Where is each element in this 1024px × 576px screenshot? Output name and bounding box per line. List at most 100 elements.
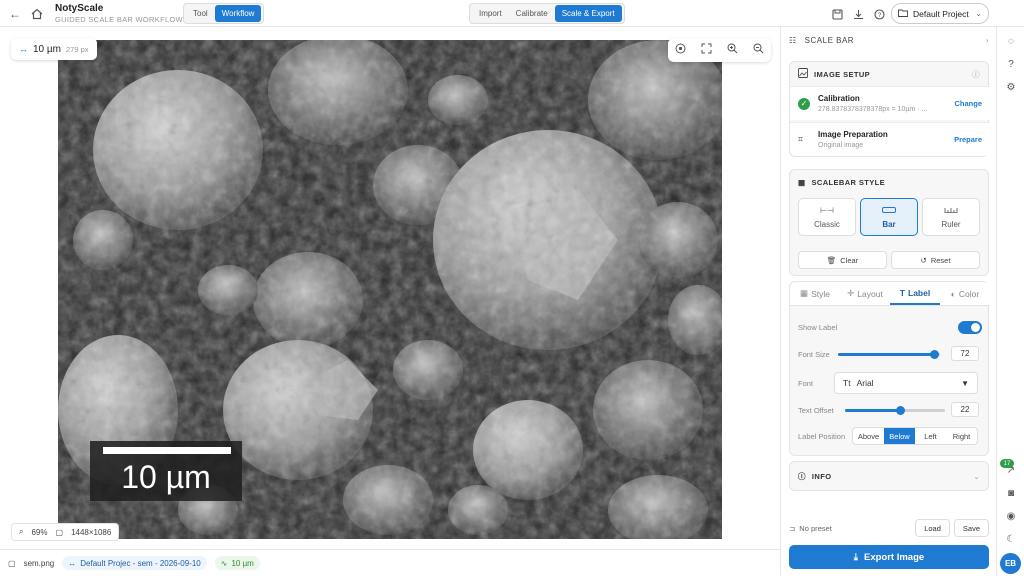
download-icon[interactable] <box>850 6 866 22</box>
gear-icon[interactable]: ⚙ <box>1004 80 1018 94</box>
record-icon[interactable]: ◉ <box>1004 509 1018 523</box>
tab-workflow[interactable]: Workflow <box>214 5 262 22</box>
scale-bar-panel: ☷ SCALE BAR › IMAGE SETUP ⓘ ✓ Calibratio… <box>780 27 996 576</box>
label-position-label: Label Position <box>798 431 846 441</box>
avatar[interactable]: EB <box>1000 553 1021 574</box>
file-name: sem.png <box>23 558 55 568</box>
image-setup-title: IMAGE SETUP <box>814 69 871 79</box>
app-title: NotyScale <box>55 3 104 14</box>
show-label-toggle[interactable] <box>958 320 982 334</box>
project-name: Default Project <box>913 8 969 19</box>
step-calibrate[interactable]: Calibrate <box>509 5 555 22</box>
camera-icon[interactable]: ◙ <box>1004 486 1018 500</box>
help-icon[interactable]: ? <box>1004 57 1018 71</box>
fit-screen-icon[interactable] <box>701 43 712 57</box>
chevron-down-icon: ⌄ <box>975 9 982 18</box>
tab-label[interactable]: T Label <box>890 282 940 305</box>
reset-label: Reset <box>930 255 951 265</box>
export-image-button[interactable]: ⤓ Export Image <box>789 545 989 569</box>
folder-icon <box>898 9 908 19</box>
position-right[interactable]: Right <box>946 428 977 444</box>
preset-row: ⊐ No preset Load Save <box>789 518 989 538</box>
style-ruler-label: Ruler <box>941 219 961 229</box>
chat-icon[interactable]: ◌ <box>1004 34 1018 48</box>
scale-chip-value: 10 µm <box>33 43 61 55</box>
grid-icon: ▦ <box>798 177 806 187</box>
reset-button[interactable]: ↺ Reset <box>891 251 980 269</box>
style-classic-label: Classic <box>814 219 840 229</box>
calibration-row: ✓ Calibration 278.8378378378378px = 10µm… <box>790 86 990 120</box>
save-preset-button[interactable]: Save <box>953 519 989 537</box>
style-classic[interactable]: ⊢⊣ Classic <box>798 198 856 236</box>
preparation-value: Original image <box>818 142 864 149</box>
scale-bar <box>103 447 231 454</box>
scale-pill-text: 10 µm <box>231 558 254 568</box>
home-icon[interactable] <box>29 6 45 22</box>
external-link-icon[interactable]: ↗ <box>1004 463 1018 477</box>
position-left[interactable]: Left <box>915 428 946 444</box>
image-canvas[interactable]: 10 µm ↔ 10 µm 279 px ⌕ 69% ▢ 1448×1086 <box>0 27 780 549</box>
file-icon: ▢ <box>8 558 16 568</box>
caret-down-icon: ▼ <box>961 378 969 388</box>
tab-tool[interactable]: Tool <box>186 5 215 22</box>
step-scale-export[interactable]: Scale & Export <box>554 5 622 22</box>
font-size-label: Font Size <box>798 349 830 359</box>
chevron-down-icon[interactable]: ⌄ <box>973 472 980 481</box>
search-icon: ⌕ <box>19 527 24 536</box>
text-offset-input[interactable]: 22 <box>951 402 979 417</box>
info-title: INFO <box>811 471 832 481</box>
back-arrow-icon[interactable]: ← <box>7 6 23 22</box>
text-offset-slider-knob[interactable] <box>895 406 905 415</box>
mode-switch: Tool Workflow <box>183 3 265 24</box>
info-header: ⓘ INFO ⌄ <box>790 462 988 490</box>
info-card[interactable]: ⓘ INFO ⌄ <box>789 461 989 491</box>
zoom-in-icon[interactable] <box>727 43 738 57</box>
load-preset-button[interactable]: Load <box>915 519 950 537</box>
project-selector[interactable]: Default Project ⌄ <box>891 3 989 24</box>
font-size-slider[interactable] <box>838 350 940 359</box>
zoom-out-icon[interactable] <box>753 43 764 57</box>
style-ruler[interactable]: Ruler <box>922 198 980 236</box>
tab-style[interactable]: ▦ Style <box>790 282 840 305</box>
font-style-icon: Tt <box>843 378 851 388</box>
tab-layout[interactable]: ✛ Layout <box>840 282 890 305</box>
clear-button[interactable]: 🗑 Clear <box>798 251 887 269</box>
prepare-button[interactable]: Prepare <box>954 135 982 144</box>
activity-icon: ∿ <box>220 558 228 568</box>
panel-header[interactable]: ☷ SCALE BAR › <box>781 27 997 53</box>
bar-icon <box>882 206 896 215</box>
classic-bar-icon: ⊢⊣ <box>820 205 834 215</box>
font-size-input[interactable]: 72 <box>951 346 979 361</box>
style-bar[interactable]: Bar <box>860 198 918 236</box>
scale-chip-px: 279 px <box>66 44 89 54</box>
font-select[interactable]: Tt Arial ▼ <box>834 372 978 394</box>
tab-color-label: Color <box>958 288 980 299</box>
move-icon: ✛ <box>847 288 855 298</box>
preset-status: No preset <box>799 523 832 533</box>
double-arrow-icon: ↔ <box>19 44 28 54</box>
text-offset-slider-fill <box>845 409 900 412</box>
scale-bar-overlay[interactable]: 10 µm <box>90 441 242 501</box>
moon-icon[interactable]: ☾ <box>1004 532 1018 546</box>
position-above[interactable]: Above <box>853 428 884 444</box>
svg-text:?: ? <box>877 12 881 19</box>
text-offset-slider[interactable] <box>845 406 945 415</box>
save-icon[interactable] <box>829 6 845 22</box>
position-below[interactable]: Below <box>884 428 915 444</box>
help-icon[interactable]: ? <box>871 6 887 22</box>
check-circle-icon: ✓ <box>798 97 810 110</box>
font-size-slider-fill <box>838 353 935 356</box>
tab-layout-label: Layout <box>857 288 883 299</box>
tab-color[interactable]: ◐ Color <box>940 282 990 305</box>
chevron-right-icon[interactable]: › <box>986 36 989 45</box>
target-icon[interactable] <box>675 43 686 57</box>
palette-icon: ◐ <box>950 288 956 299</box>
text-icon: T <box>899 287 905 298</box>
panel-title: SCALE BAR <box>804 35 855 45</box>
info-icon[interactable]: ⓘ <box>972 69 980 80</box>
step-import[interactable]: Import <box>472 5 509 22</box>
label-position-group: Above Below Left Right <box>852 427 978 445</box>
scale-chip: ↔ 10 µm 279 px <box>11 38 97 60</box>
change-calibration-button[interactable]: Change <box>954 99 982 108</box>
show-label-text: Show Label <box>798 322 838 332</box>
